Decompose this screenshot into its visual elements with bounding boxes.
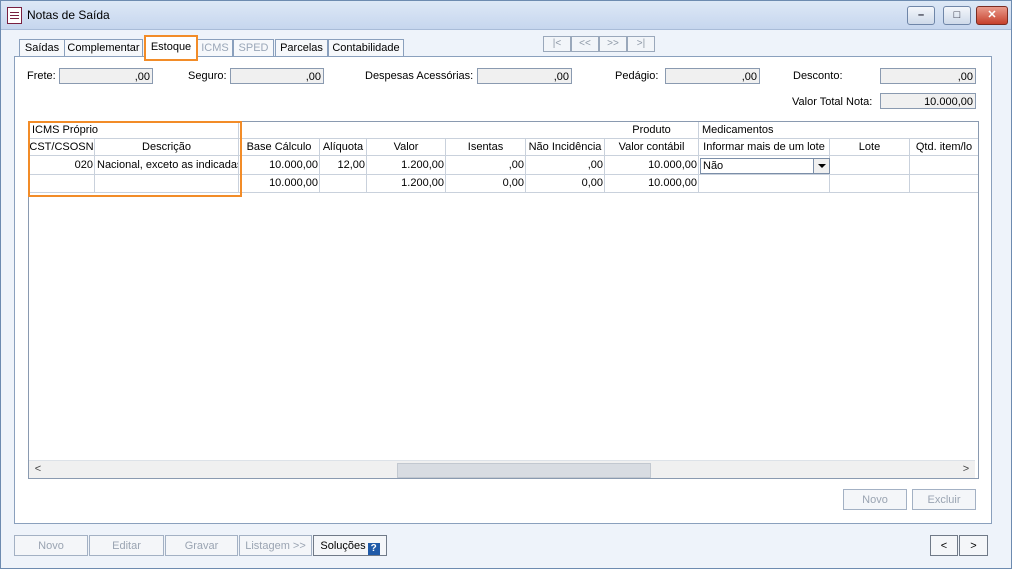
col-lote[interactable]: Lote [830,139,910,156]
total-lote [830,175,910,193]
informar-lote-select[interactable]: Não [700,158,830,174]
total-valor: 1.200,00 [367,175,446,193]
col-informar-lote[interactable]: Informar mais de um lote [699,139,830,156]
nav-first-button[interactable]: |< [543,36,571,52]
scroll-right-icon[interactable]: > [959,462,973,476]
despesas-field[interactable]: ,00 [477,68,572,84]
desconto-field[interactable]: ,00 [880,68,976,84]
despesas-label: Despesas Acessórias: [365,70,474,82]
group-blank [239,122,605,139]
icms-grid[interactable]: ICMS Próprio Produto Medicamentos CST/CS… [28,121,979,479]
grid-novo-button[interactable]: Novo [843,489,907,510]
editar-button[interactable]: Editar [89,535,164,556]
row1-valor[interactable]: 1.200,00 [367,156,446,175]
group-produto: Produto [605,122,699,139]
grid-excluir-button[interactable]: Excluir [912,489,976,510]
row1-descricao[interactable]: Nacional, exceto as indicadas [95,156,239,175]
maximize-icon: □ [953,9,961,21]
listagem-button[interactable]: Listagem >> [239,535,312,556]
total-descricao [95,175,239,193]
tab-estoque[interactable]: Estoque [144,35,198,61]
col-valor[interactable]: Valor [367,139,446,156]
col-aliquota[interactable]: Alíquota [320,139,367,156]
total-aliquota [320,175,367,193]
row1-nao-incidencia[interactable]: ,00 [526,156,605,175]
help-icon: ? [367,543,380,555]
frete-label: Frete: [27,70,56,82]
group-icms-proprio: ICMS Próprio [29,122,239,139]
frete-field[interactable]: ,00 [59,68,153,84]
col-qtd-item-lote[interactable]: Qtd. item/lo [910,139,978,156]
pedagio-field[interactable]: ,00 [665,68,760,84]
chevron-down-icon[interactable] [813,159,829,173]
col-nao-incidencia[interactable]: Não Incidência [526,139,605,156]
total-informar-lote [699,175,830,193]
solucoes-label: Soluções [320,540,366,552]
nav-next-button[interactable]: >> [599,36,627,52]
main-window: Notas de Saída – □ ✕ Saídas Complementar… [0,0,1012,569]
row1-base-calculo[interactable]: 10.000,00 [239,156,320,175]
seguro-label: Seguro: [188,70,227,82]
window-title: Notas de Saída [27,8,110,22]
seguro-field[interactable]: ,00 [230,68,324,84]
total-isentas: 0,00 [446,175,526,193]
gravar-button[interactable]: Gravar [165,535,238,556]
document-icon [7,7,22,24]
next-button[interactable]: > [959,535,988,556]
tab-contabilidade[interactable]: Contabilidade [328,39,404,57]
scroll-thumb[interactable] [397,463,651,478]
col-descricao[interactable]: Descrição [95,139,239,156]
solucoes-button[interactable]: Soluções? [313,535,387,556]
col-cst-csosn[interactable]: CST/CSOSN [29,139,95,156]
minimize-icon: – [917,9,925,21]
horizontal-scrollbar[interactable]: < > [29,460,975,478]
group-medicamentos: Medicamentos [699,122,978,139]
total-cst [29,175,95,193]
desconto-label: Desconto: [793,70,843,82]
total-valor-contabil: 10.000,00 [605,175,699,193]
row1-cst[interactable]: 020 [29,156,95,175]
col-valor-contabil[interactable]: Valor contábil [605,139,699,156]
close-icon: ✕ [987,9,997,21]
total-nao-incidencia: 0,00 [526,175,605,193]
tab-icms[interactable]: ICMS [197,39,233,57]
total-qtd-item-lote [910,175,978,193]
valor-total-label: Valor Total Nota: [792,96,873,108]
prev-button[interactable]: < [930,535,958,556]
maximize-button[interactable]: □ [943,6,971,25]
row1-lote[interactable] [830,156,910,175]
col-isentas[interactable]: Isentas [446,139,526,156]
row1-aliquota[interactable]: 12,00 [320,156,367,175]
pedagio-label: Pedágio: [615,70,659,82]
col-base-calculo[interactable]: Base Cálculo [239,139,320,156]
nav-prev-button[interactable]: << [571,36,599,52]
tab-sped[interactable]: SPED [233,39,274,57]
total-base-calculo: 10.000,00 [239,175,320,193]
row1-valor-contabil[interactable]: 10.000,00 [605,156,699,175]
tab-parcelas[interactable]: Parcelas [275,39,328,57]
close-button[interactable]: ✕ [976,6,1008,25]
tab-saidas[interactable]: Saídas [19,39,65,57]
novo-button[interactable]: Novo [14,535,88,556]
informar-lote-value: Não [703,160,724,172]
minimize-button[interactable]: – [907,6,935,25]
scroll-left-icon[interactable]: < [31,462,45,476]
nav-last-button[interactable]: >| [627,36,655,52]
row1-qtd-item-lote[interactable] [910,156,978,175]
tab-complementar[interactable]: Complementar [64,39,143,57]
valor-total-field: 10.000,00 [880,93,976,109]
row1-isentas[interactable]: ,00 [446,156,526,175]
title-bar: Notas de Saída – □ ✕ [1,1,1011,30]
